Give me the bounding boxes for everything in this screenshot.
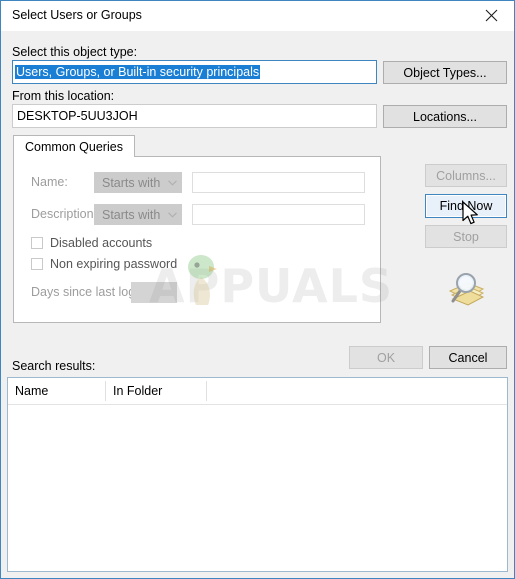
- search-results-label: Search results:: [12, 359, 96, 373]
- select-users-or-groups-dialog: Select Users or Groups Select this objec…: [0, 0, 515, 579]
- locations-button[interactable]: Locations...: [383, 105, 507, 128]
- object-type-input[interactable]: Users, Groups, or Built-in security prin…: [12, 60, 377, 84]
- description-condition-value: Starts with: [102, 207, 161, 222]
- chevron-down-icon-glyph: [167, 211, 177, 218]
- tab-common-queries[interactable]: Common Queries: [13, 135, 135, 157]
- object-type-value: Users, Groups, or Built-in security prin…: [15, 65, 261, 79]
- ok-button[interactable]: OK: [349, 346, 423, 369]
- description-condition-combo[interactable]: Starts with: [94, 204, 182, 225]
- object-types-button[interactable]: Object Types...: [383, 61, 507, 84]
- days-since-last-logon-combo[interactable]: [131, 282, 177, 303]
- non-expiring-password-checkbox-row[interactable]: Non expiring password: [31, 257, 177, 271]
- description-label: Description:: [31, 207, 97, 221]
- description-value-input[interactable]: [192, 204, 365, 225]
- title-bar: Select Users or Groups: [1, 1, 514, 32]
- non-expiring-password-label: Non expiring password: [50, 257, 178, 271]
- find-now-button[interactable]: Find Now: [425, 194, 507, 218]
- name-condition-value: Starts with: [102, 175, 161, 190]
- location-label: From this location:: [12, 89, 115, 103]
- results-column-header: Name In Folder: [8, 378, 507, 405]
- name-label: Name:: [31, 175, 68, 189]
- object-type-label: Select this object type:: [12, 45, 138, 59]
- chevron-down-icon: [163, 211, 181, 218]
- column-divider[interactable]: [105, 381, 106, 401]
- name-value-input[interactable]: [192, 172, 365, 193]
- location-value: DESKTOP-5UU3JOH: [17, 109, 138, 123]
- search-results-list[interactable]: Name In Folder: [7, 377, 508, 572]
- columns-button[interactable]: Columns...: [425, 164, 507, 187]
- column-header-name[interactable]: Name: [15, 378, 48, 404]
- chevron-down-icon-glyph: [167, 179, 177, 186]
- cancel-button[interactable]: Cancel: [429, 346, 507, 369]
- close-icon[interactable]: [469, 1, 514, 30]
- chevron-down-icon: [163, 179, 181, 186]
- close-icon-glyph: [485, 9, 498, 22]
- magnifier-folder-icon: [442, 269, 488, 311]
- common-queries-panel: Name: Starts with Description: Starts wi…: [13, 156, 381, 323]
- disabled-accounts-checkbox[interactable]: [31, 237, 43, 249]
- window-title: Select Users or Groups: [12, 8, 142, 22]
- results-rows-container[interactable]: [8, 405, 507, 571]
- location-input[interactable]: DESKTOP-5UU3JOH: [12, 104, 377, 128]
- name-condition-combo[interactable]: Starts with: [94, 172, 182, 193]
- non-expiring-password-checkbox[interactable]: [31, 258, 43, 270]
- disabled-accounts-checkbox-row[interactable]: Disabled accounts: [31, 236, 152, 250]
- magnifier-folder-icon-glyph: [448, 273, 485, 306]
- stop-button[interactable]: Stop: [425, 225, 507, 248]
- column-divider[interactable]: [206, 381, 207, 401]
- tab-strip: Common Queries: [13, 135, 381, 157]
- disabled-accounts-label: Disabled accounts: [50, 236, 153, 250]
- column-header-in-folder[interactable]: In Folder: [113, 378, 162, 404]
